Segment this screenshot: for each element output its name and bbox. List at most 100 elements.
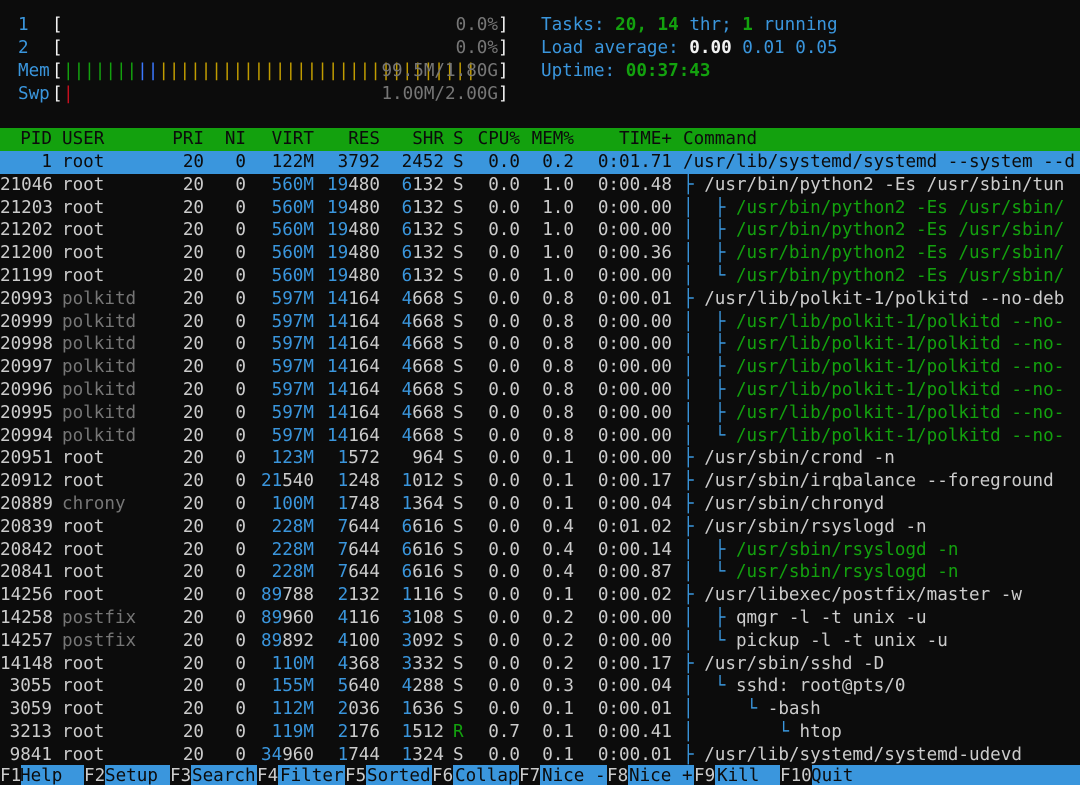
column-header-pid[interactable]: PID: [0, 128, 52, 151]
shr-cell: 1324: [401, 744, 444, 765]
process-row[interactable]: 20993 polkitd 20 0 597M 14164 4668 S 0.0 0.8 0:00.…: [0, 288, 1080, 311]
nice-cell: 0: [235, 699, 246, 720]
res-cell: 14164: [327, 425, 380, 446]
process-row[interactable]: 14257 postfix 20 0 89892 4100 3092 S 0.0 0.2 0:00.…: [0, 630, 1080, 653]
process-row[interactable]: 20997 polkitd 20 0 597M 14164 4668 S 0.0 0.8 0:00.…: [0, 356, 1080, 379]
process-row[interactable]: 21046 root 20 0 560M 19480 6132 S 0.0 1.0 0:00.48 ├…: [0, 174, 1080, 197]
process-row[interactable]: 20842 root 20 0 228M 7644 6616 S 0.0 0.4 0:00.14 │ …: [0, 539, 1080, 562]
fkey-f5[interactable]: F5: [345, 765, 367, 785]
column-header-shr[interactable]: SHR: [388, 128, 444, 151]
virt-cell: 123M: [271, 448, 314, 469]
state-cell: S: [453, 448, 464, 469]
process-row[interactable]: 20994 polkitd 20 0 597M 14164 4668 S 0.0 0.8 0:00.…: [0, 425, 1080, 448]
process-row[interactable]: 20889 chrony 20 0 100M 1748 1364 S 0.0 0.1 0:00.04…: [0, 493, 1080, 516]
column-header-res[interactable]: RES: [322, 128, 380, 151]
fkey-label-sorted[interactable]: Sorted: [367, 765, 431, 785]
fkey-label-filter[interactable]: Filter: [280, 765, 344, 785]
pid-cell: 1: [41, 152, 52, 172]
process-row[interactable]: 3213 root 20 0 119M 2176 1512 R 0.7 0.1 0:00.41 │ └…: [0, 721, 1080, 744]
process-row[interactable]: 20998 polkitd 20 0 597M 14164 4668 S 0.0 0.8 0:00.…: [0, 333, 1080, 356]
time-cell: 0:00.00: [597, 380, 672, 400]
process-row[interactable]: 3055 root 20 0 155M 5640 4288 S 0.0 0.3 0:00.04 │ └…: [0, 675, 1080, 698]
process-row[interactable]: 20999 polkitd 20 0 597M 14164 4668 S 0.0 0.8 0:00.…: [0, 311, 1080, 334]
fkey-f3[interactable]: F3: [170, 765, 192, 785]
cpu-cell: 0.0: [488, 448, 520, 469]
column-header-cpu[interactable]: CPU%: [476, 128, 520, 151]
cpu-cell: 0.0: [488, 494, 520, 514]
meter-open-bracket: [: [52, 84, 63, 104]
column-header-ni[interactable]: NI: [214, 128, 246, 151]
time-cell: 0:00.04: [597, 676, 672, 697]
process-row[interactable]: 20996 polkitd 20 0 597M 14164 4668 S 0.0 0.8 0:00.…: [0, 379, 1080, 402]
tree-branch: │ └: [683, 562, 736, 583]
fkey-label-kill[interactable]: Kill: [717, 765, 759, 785]
user-cell: postfix: [62, 630, 137, 651]
fkey-label-help[interactable]: Help: [20, 765, 62, 785]
res-cell: 19480: [327, 266, 380, 286]
fkey-label-collap[interactable]: Collap: [455, 765, 519, 785]
column-header-mem[interactable]: MEM%: [530, 128, 574, 151]
state-cell: S: [453, 288, 464, 309]
process-row[interactable]: 14256 root 20 0 89788 2132 1116 S 0.0 0.1 0:00.02 ├…: [0, 584, 1080, 607]
process-row[interactable]: 21199 root 20 0 560M 19480 6132 S 0.0 1.0 0:00.00 │…: [0, 265, 1080, 288]
process-row[interactable]: 20912 root 20 0 21540 1248 1012 S 0.0 0.1 0:00.17 ├…: [0, 470, 1080, 493]
cpu-cell: 0.0: [488, 311, 520, 332]
priority-cell: 20: [182, 562, 204, 583]
fkey-label-nice[interactable]: Nice +: [629, 765, 693, 785]
user-cell: root: [62, 562, 105, 583]
fkey-label-setup[interactable]: Setup: [105, 765, 158, 785]
threads-count: 14: [657, 15, 679, 35]
fkey-f8[interactable]: F8: [607, 765, 629, 785]
nice-cell: 0: [235, 266, 246, 286]
virt-cell: 21540: [261, 471, 314, 492]
cpu-cell: 0.0: [488, 608, 520, 628]
uptime-value: 00:37:43: [625, 61, 711, 81]
process-row[interactable]: 1 root 20 0 122M 3792 2452 S 0.0 0.2 0:01.71/usr/l…: [0, 151, 1080, 174]
user-cell: root: [62, 220, 105, 241]
fkey-f2[interactable]: F2: [84, 765, 106, 785]
shr-cell: 6616: [401, 539, 444, 560]
fkey-f1[interactable]: F1: [0, 765, 22, 785]
cpu-cell: 0.7: [488, 722, 520, 742]
process-row[interactable]: 20995 polkitd 20 0 597M 14164 4668 S 0.0 0.8 0:00.…: [0, 402, 1080, 425]
process-row[interactable]: 21200 root 20 0 560M 19480 6132 S 0.0 1.0 0:00.36 │…: [0, 242, 1080, 265]
state-cell: S: [453, 174, 464, 195]
process-row[interactable]: 21202 root 20 0 560M 19480 6132 S 0.0 1.0 0:00.00 │…: [0, 219, 1080, 242]
fkey-f9[interactable]: F9: [694, 765, 716, 785]
fkey-f10[interactable]: F10: [780, 765, 812, 785]
process-row[interactable]: 9841 root 20 0 34960 1744 1324 S 0.0 0.1 0:00.01 ├ …: [0, 744, 1080, 767]
virt-cell: 597M: [271, 288, 314, 309]
fkey-f7[interactable]: F7: [519, 765, 541, 785]
time-cell: 0:00.04: [597, 494, 672, 514]
column-header-user[interactable]: USER: [62, 128, 162, 151]
process-row[interactable]: 20951 root 20 0 123M 1572 964 S 0.0 0.1 0:00.00 ├ /…: [0, 447, 1080, 470]
process-row[interactable]: 21203 root 20 0 560M 19480 6132 S 0.0 1.0 0:00.00 │…: [0, 197, 1080, 220]
column-header-time[interactable]: TIME+: [584, 128, 672, 151]
user-cell: postfix: [62, 608, 137, 628]
process-row[interactable]: 20841 root 20 0 228M 7644 6616 S 0.0 0.4 0:00.87 │ …: [0, 561, 1080, 584]
column-header[interactable]: PID USER PRI NI VIRT RES SHR S CPU% MEM% TIME+ Comm…: [0, 128, 1080, 151]
column-header-s[interactable]: S: [453, 128, 467, 151]
state-cell: S: [453, 608, 464, 628]
command-cell: ├ /usr/libexec/postfix/master -w: [683, 584, 1022, 607]
column-header-virt[interactable]: VIRT: [256, 128, 314, 151]
process-row[interactable]: 20839 root 20 0 228M 7644 6616 S 0.0 0.4 0:01.02 ├ …: [0, 516, 1080, 539]
time-cell: 0:00.17: [597, 653, 672, 674]
user-cell: polkitd: [62, 380, 137, 400]
mem-cell: 0.8: [542, 357, 574, 378]
fkey-f6[interactable]: F6: [432, 765, 454, 785]
tree-branch: │ ├: [683, 197, 736, 218]
user-cell: root: [62, 243, 105, 264]
column-header-pri[interactable]: PRI: [160, 128, 204, 151]
fkey-label-search[interactable]: Search: [192, 765, 256, 785]
cpu-cell: 0.0: [488, 380, 520, 400]
fkey-f4[interactable]: F4: [257, 765, 279, 785]
pid-cell: 21199: [0, 266, 53, 286]
process-row[interactable]: 14148 root 20 0 110M 4368 3332 S 0.0 0.2 0:00.17 ├ …: [0, 653, 1080, 676]
column-header-cmd[interactable]: Command: [683, 128, 1080, 151]
fkey-label-nice[interactable]: Nice -: [542, 765, 606, 785]
mem-cell: 0.4: [542, 516, 574, 537]
fkey-label-quit[interactable]: Quit: [811, 765, 853, 785]
process-row[interactable]: 14258 postfix 20 0 89960 4116 3108 S 0.0 0.2 0:00.…: [0, 607, 1080, 630]
process-row[interactable]: 3059 root 20 0 112M 2036 1636 S 0.0 0.1 0:00.01 │ └…: [0, 698, 1080, 721]
